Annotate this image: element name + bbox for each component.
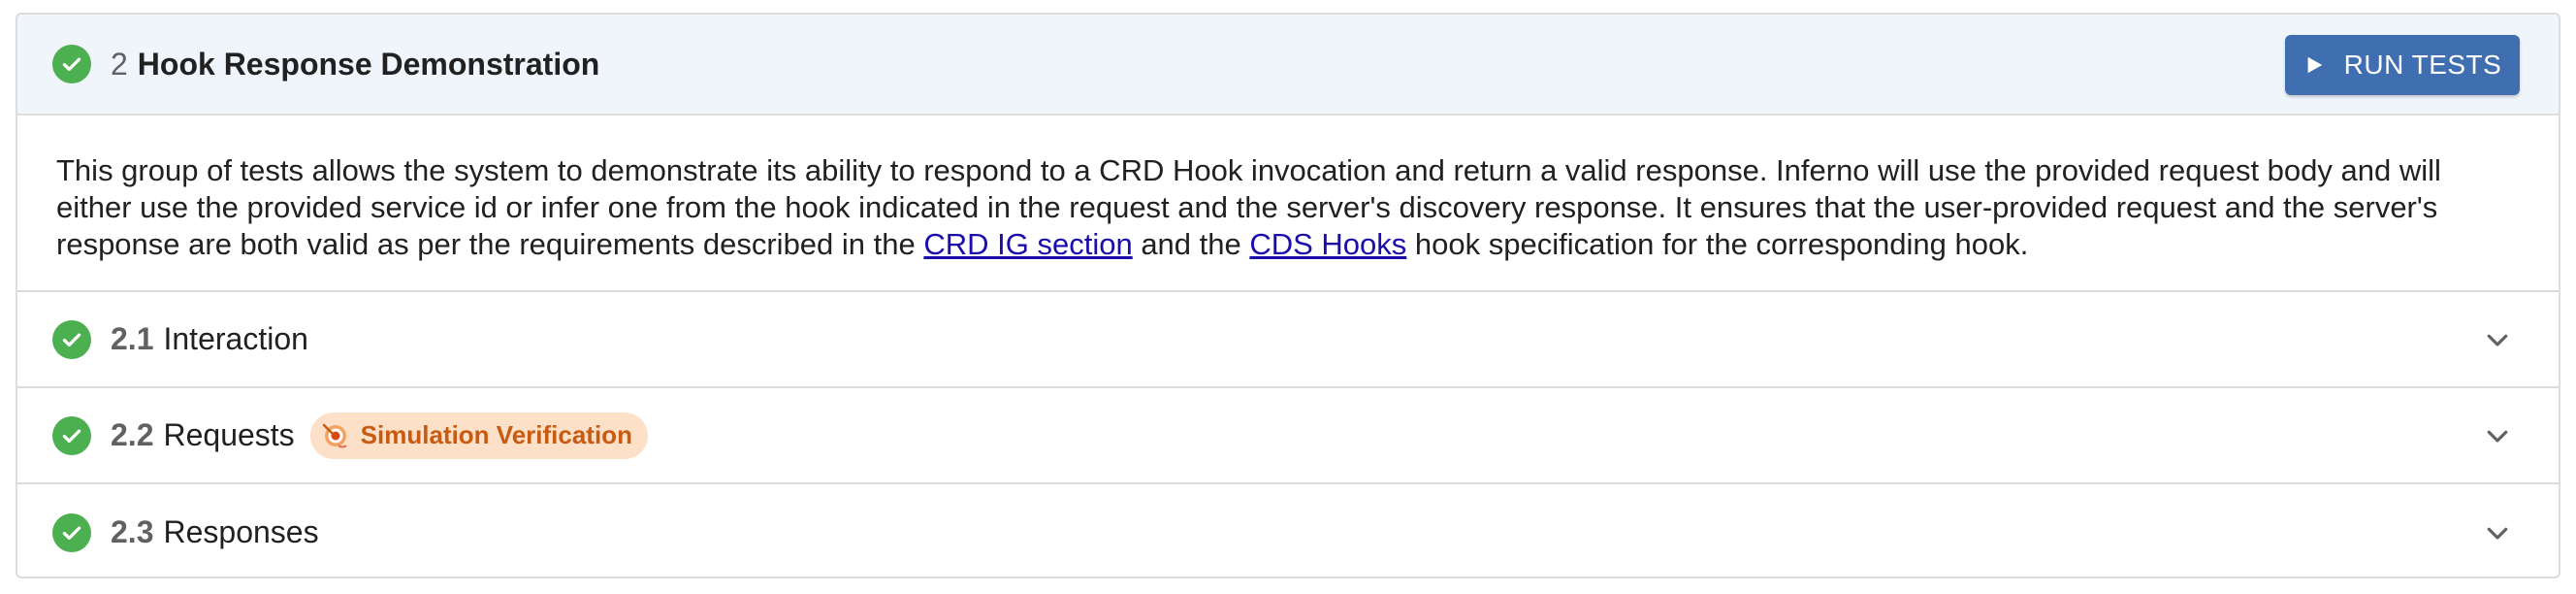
simulation-verification-badge: Simulation Verification <box>309 412 648 459</box>
item-label: Requests <box>163 417 295 452</box>
item-label: Interaction <box>163 321 308 356</box>
run-tests-button[interactable]: RUN TESTS <box>2285 35 2520 95</box>
group-description: This group of tests allows the system to… <box>17 116 2559 292</box>
test-item-requests[interactable]: 2.2 Requests Simulation Verification <box>17 388 2559 484</box>
run-tests-label: RUN TESTS <box>2343 50 2502 80</box>
play-icon <box>2307 56 2322 74</box>
test-item-responses[interactable]: 2.3 Responses <box>17 484 2559 577</box>
cds-hooks-link[interactable]: CDS Hooks <box>1249 227 1406 261</box>
item-number: 2.1 <box>111 321 154 356</box>
check-circle-icon <box>52 415 91 455</box>
group-title: 2 Hook Response Demonstration <box>111 47 599 82</box>
chevron-down-icon[interactable] <box>2483 421 2512 450</box>
group-number: 2 <box>111 46 128 82</box>
target-icon <box>322 423 347 447</box>
item-label: Responses <box>163 514 319 549</box>
item-number: 2.2 <box>111 417 154 452</box>
test-item-interaction[interactable]: 2.1 Interaction <box>17 292 2559 388</box>
check-circle-icon <box>52 512 91 552</box>
chevron-down-icon[interactable] <box>2483 325 2512 354</box>
check-circle-icon <box>52 319 91 359</box>
check-circle-icon <box>52 45 91 83</box>
crd-ig-section-link[interactable]: CRD IG section <box>923 227 1132 261</box>
description-text: and the <box>1132 227 1250 261</box>
badge-label: Simulation Verification <box>360 420 632 449</box>
chevron-down-icon[interactable] <box>2483 518 2512 547</box>
group-header: 2 Hook Response Demonstration RUN TESTS <box>17 15 2559 116</box>
group-name: Hook Response Demonstration <box>137 46 600 82</box>
description-text: hook specification for the corresponding… <box>1406 227 2029 261</box>
test-group-card: 2 Hook Response Demonstration RUN TESTS … <box>16 13 2560 578</box>
item-number: 2.3 <box>111 514 154 549</box>
